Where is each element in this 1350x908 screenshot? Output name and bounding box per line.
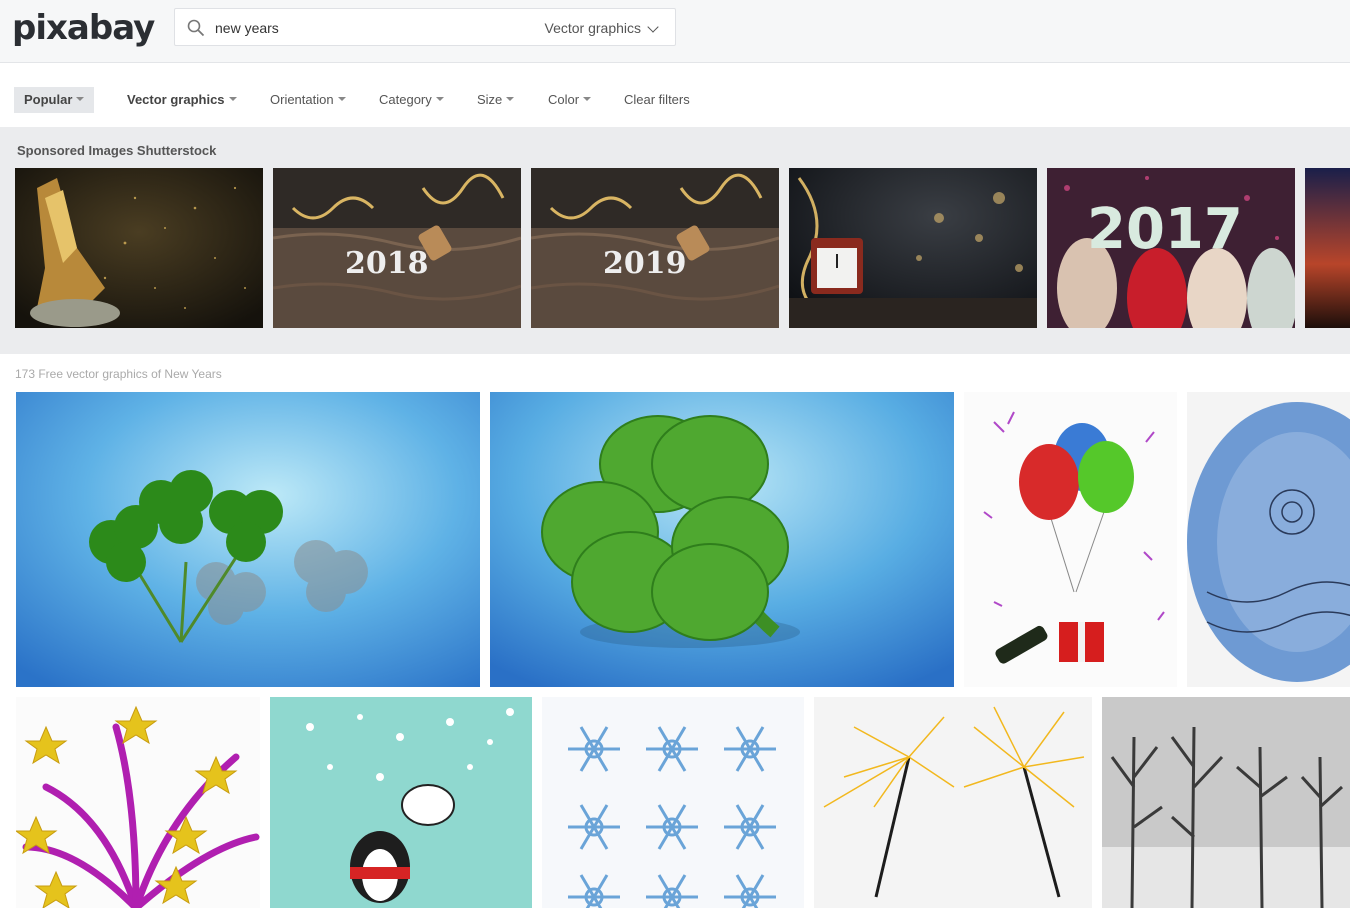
result-winter-trees[interactable] (1102, 697, 1350, 908)
filter-category-label: Category (379, 92, 432, 107)
sponsored-image-champagne[interactable] (15, 168, 263, 328)
filter-category[interactable]: Category (379, 87, 444, 113)
result-fireworks-stars[interactable] (16, 697, 260, 908)
caret-down-icon (435, 97, 444, 101)
result-tribal-face[interactable] (1187, 392, 1350, 687)
result-penguin-snow[interactable] (270, 697, 532, 908)
filter-color[interactable]: Color (548, 87, 592, 113)
filter-orientation[interactable]: Orientation (270, 87, 346, 113)
result-clover[interactable] (490, 392, 954, 687)
filter-bar: Popular Vector graphics Orientation Cate… (0, 63, 1350, 127)
pixabay-logo[interactable]: pixabay (12, 8, 155, 48)
sponsored-image-2019[interactable]: 2019 (531, 168, 779, 328)
clear-filters-label: Clear filters (624, 92, 690, 107)
sponsored-image-2018[interactable]: 2018 (273, 168, 521, 328)
svg-text:2019: 2019 (603, 246, 687, 281)
search-type-label: Vector graphics (544, 20, 642, 36)
sponsored-image-clock[interactable] (789, 168, 1037, 328)
filter-popular-label: Popular (24, 92, 73, 107)
search-bar[interactable]: Vector graphics (174, 8, 676, 46)
filter-size-label: Size (477, 92, 503, 107)
filter-popular[interactable]: Popular (14, 87, 95, 113)
caret-down-icon (506, 97, 515, 101)
result-shamrocks[interactable] (16, 392, 480, 687)
filter-vector-graphics[interactable]: Vector graphics (127, 87, 237, 113)
search-icon[interactable] (187, 19, 205, 37)
clear-filters-link[interactable]: Clear filters (624, 87, 690, 113)
chevron-down-icon (647, 21, 659, 33)
sponsored-section: Sponsored Images Shutterstock 2018 2019 … (0, 127, 1350, 354)
svg-text:2017: 2017 (1087, 197, 1243, 262)
search-input[interactable] (215, 17, 515, 39)
result-balloons-party[interactable] (964, 392, 1177, 687)
caret-down-icon (228, 97, 237, 101)
sponsored-image-sunset[interactable] (1305, 168, 1350, 328)
caret-down-icon (583, 97, 592, 101)
sponsored-image-2017[interactable]: 2017 (1047, 168, 1295, 328)
caret-down-icon (337, 97, 346, 101)
filter-color-label: Color (548, 92, 580, 107)
filter-vector-label: Vector graphics (127, 92, 225, 107)
results-count: 173 Free vector graphics of New Years (15, 367, 222, 381)
result-snowflakes[interactable] (542, 697, 804, 908)
svg-text:2018: 2018 (345, 246, 429, 281)
top-header: pixabay Vector graphics (0, 0, 1350, 63)
caret-down-icon (76, 97, 85, 101)
sponsored-title: Sponsored Images Shutterstock (17, 143, 217, 158)
result-sparklers[interactable] (814, 697, 1092, 908)
search-type-dropdown[interactable]: Vector graphics (544, 20, 659, 36)
filter-orientation-label: Orientation (270, 92, 334, 107)
filter-size[interactable]: Size (477, 87, 515, 113)
